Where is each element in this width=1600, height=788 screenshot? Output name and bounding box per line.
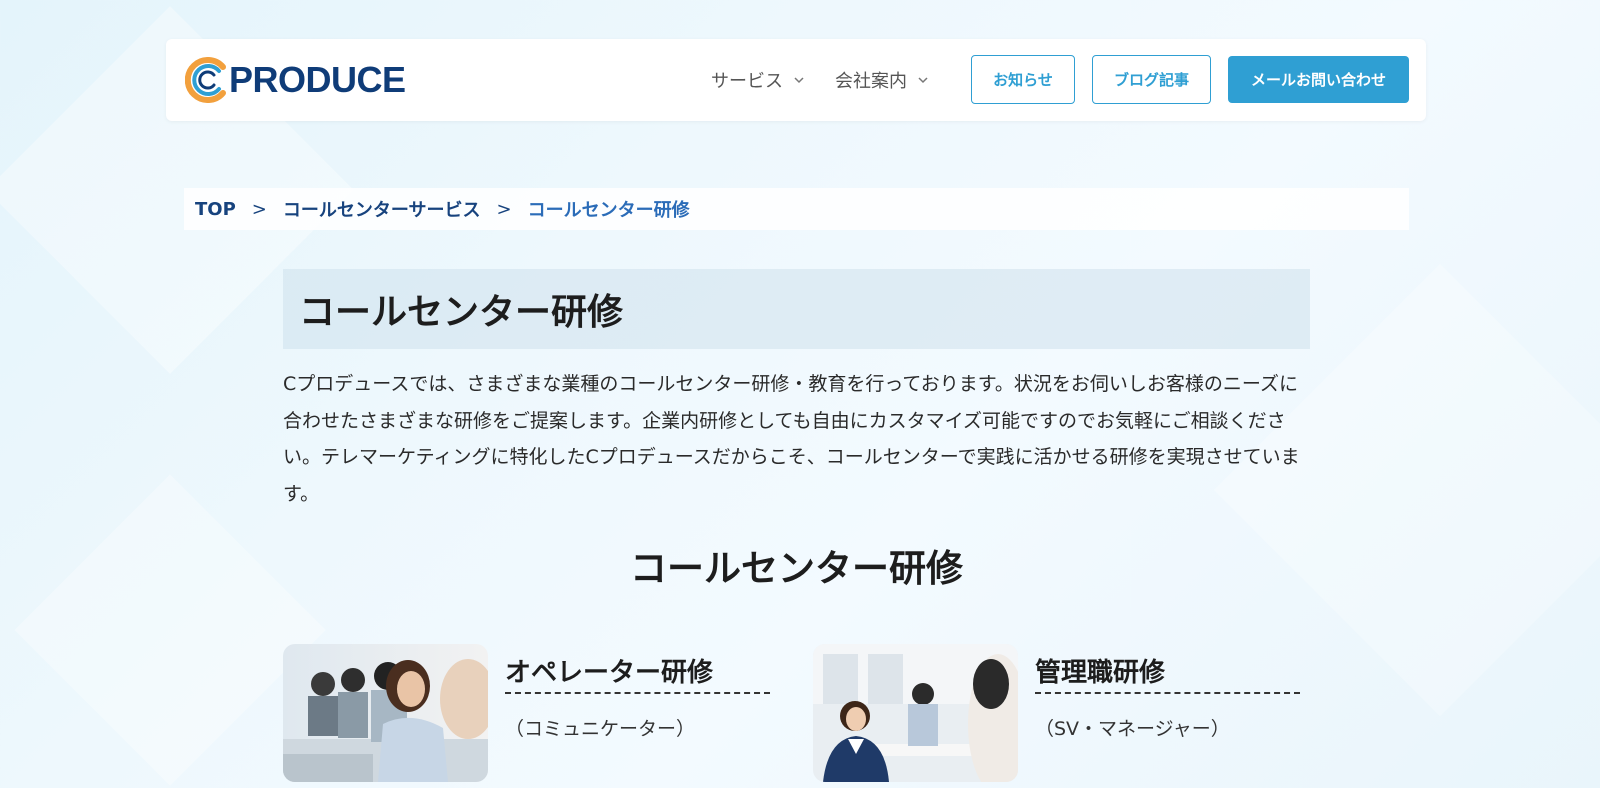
breadcrumb: TOP > コールセンターサービス > コールセンター研修 (184, 188, 1409, 230)
nav-item-label: サービス (711, 71, 783, 92)
mail-contact-button[interactable]: メールお問い合わせ (1228, 56, 1409, 103)
nav-item-services[interactable]: サービス (711, 67, 805, 93)
intro-text: Cプロデュースでは、さまざまな業種のコールセンター研修・教育を行っております。状… (283, 373, 1300, 505)
card-title: 管理職研修 (1035, 652, 1300, 694)
background-shape (14, 474, 326, 786)
page-title-box: コールセンター研修 (283, 269, 1310, 349)
card-subtitle: （コミュニケーター） (505, 718, 696, 740)
site-logo[interactable]: PRODUCE (184, 57, 406, 103)
logo-text: PRODUCE (229, 59, 406, 100)
main-nav: サービス 会社案内 (711, 39, 959, 121)
card-manager-training[interactable]: 管理職研修 （SV・マネージャー） (813, 644, 1303, 784)
operator-training-photo (283, 644, 488, 782)
page-title: コールセンター研修 (299, 292, 624, 333)
breadcrumb-callcenter-service[interactable]: コールセンターサービス (283, 196, 481, 222)
card-title: オペレーター研修 (505, 652, 770, 694)
breadcrumb-top[interactable]: TOP (195, 199, 236, 220)
breadcrumb-separator: > (251, 198, 267, 220)
c-produce-logo-icon (184, 57, 231, 103)
breadcrumb-separator: > (496, 198, 512, 220)
nav-item-company[interactable]: 会社案内 (835, 67, 929, 93)
chevron-down-icon (918, 77, 928, 84)
section-title: コールセンター研修 (630, 547, 963, 590)
site-header: PRODUCE サービス 会社案内 お知らせ ブログ記事 メールお問い合わせ (166, 39, 1426, 121)
card-subtitle: （SV・マネージャー） (1035, 718, 1230, 740)
manager-training-photo (813, 644, 1018, 782)
card-operator-training[interactable]: オペレーター研修 （コミュニケーター） (283, 644, 773, 784)
news-button[interactable]: お知らせ (971, 55, 1075, 104)
nav-item-label: 会社案内 (835, 71, 907, 92)
blog-button[interactable]: ブログ記事 (1092, 55, 1211, 104)
chevron-down-icon (794, 77, 804, 84)
breadcrumb-current: コールセンター研修 (527, 200, 690, 221)
